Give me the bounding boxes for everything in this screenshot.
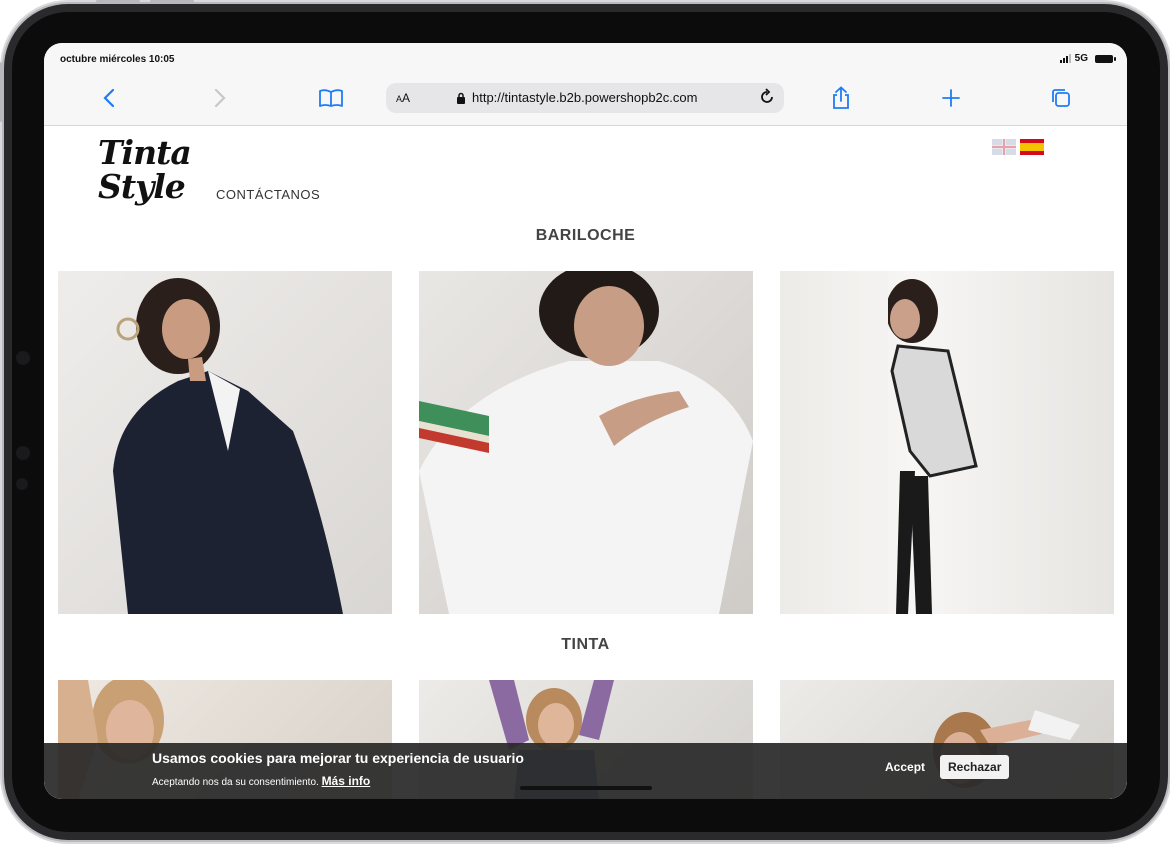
url-display[interactable]: http://tintastyle.b2b.powershopb2c.com bbox=[456, 90, 697, 105]
bookmarks-button[interactable] bbox=[314, 81, 348, 115]
flag-uk-icon[interactable] bbox=[992, 139, 1016, 155]
battery-icon bbox=[1095, 54, 1116, 63]
section-title-bariloche: BARILOCHE bbox=[535, 227, 636, 244]
cookie-more-info-link[interactable]: Más info bbox=[322, 774, 371, 788]
model-photo-image bbox=[419, 271, 753, 614]
home-indicator[interactable] bbox=[520, 786, 652, 790]
cookie-body: Aceptando nos da su consentimiento. Más … bbox=[152, 774, 370, 788]
side-button bbox=[0, 62, 3, 122]
book-icon bbox=[319, 89, 343, 107]
cookie-accept-button[interactable]: Accept bbox=[885, 760, 925, 774]
nav-contact-link[interactable]: CONTÁCTANOS bbox=[216, 187, 320, 202]
back-button[interactable] bbox=[92, 81, 126, 115]
share-button[interactable] bbox=[824, 81, 858, 115]
model-photo-image bbox=[870, 271, 978, 614]
tabs-overview-button[interactable] bbox=[1044, 81, 1078, 115]
address-bar[interactable]: AA http://tintastyle.b2b.powershopb2c.co… bbox=[386, 83, 784, 113]
status-bar: octubre miércoles 10:05 5G bbox=[44, 43, 1127, 73]
tabs-icon bbox=[1052, 89, 1070, 107]
browser-toolbar: AA http://tintastyle.b2b.powershopb2c.co… bbox=[44, 73, 1127, 126]
new-tab-button[interactable] bbox=[934, 81, 968, 115]
web-page: Tinta Style CONTÁCTANOS BARILOCHE TINTA … bbox=[44, 126, 1127, 799]
camera-dot bbox=[16, 446, 30, 460]
share-icon bbox=[833, 86, 849, 109]
status-time: octubre miércoles 10:05 bbox=[60, 54, 175, 65]
reload-icon bbox=[761, 88, 773, 103]
cookie-headline: Usamos cookies para mejorar tu experienc… bbox=[152, 750, 524, 766]
camera-dot bbox=[16, 478, 28, 490]
camera-dot bbox=[16, 351, 30, 365]
product-photo[interactable] bbox=[58, 271, 392, 614]
top-button bbox=[150, 0, 194, 3]
logo-line-1: Tinta bbox=[98, 133, 192, 172]
logo-line-2: Style bbox=[98, 167, 186, 206]
signal-icon bbox=[1059, 54, 1071, 63]
plus-icon bbox=[942, 89, 960, 107]
model-photo-image bbox=[113, 278, 343, 614]
url-text: http://tintastyle.b2b.powershopb2c.com bbox=[472, 90, 698, 105]
chevron-right-icon bbox=[214, 88, 226, 108]
flag-es-icon[interactable] bbox=[1020, 139, 1044, 155]
lock-icon bbox=[457, 92, 465, 104]
text-size-button[interactable]: AA bbox=[396, 91, 410, 105]
cookie-body-text: Aceptando nos da su consentimiento. bbox=[152, 777, 319, 788]
network-label: 5G bbox=[1074, 53, 1088, 64]
product-photo[interactable] bbox=[780, 271, 1114, 614]
cookie-banner: Usamos cookies para mejorar tu experienc… bbox=[44, 743, 1127, 799]
site-logo[interactable]: Tinta Style bbox=[98, 133, 192, 206]
status-indicators: 5G bbox=[1059, 53, 1116, 64]
top-button bbox=[96, 0, 140, 3]
product-photo[interactable] bbox=[419, 271, 753, 614]
language-selector bbox=[992, 139, 1044, 155]
reload-button[interactable] bbox=[758, 88, 776, 109]
forward-button[interactable] bbox=[203, 81, 237, 115]
section-title-tinta: TINTA bbox=[561, 636, 610, 653]
cookie-reject-button[interactable]: Rechazar bbox=[940, 755, 1010, 779]
screen: octubre miércoles 10:05 5G AA http://tin… bbox=[44, 43, 1127, 799]
chevron-left-icon bbox=[103, 88, 115, 108]
